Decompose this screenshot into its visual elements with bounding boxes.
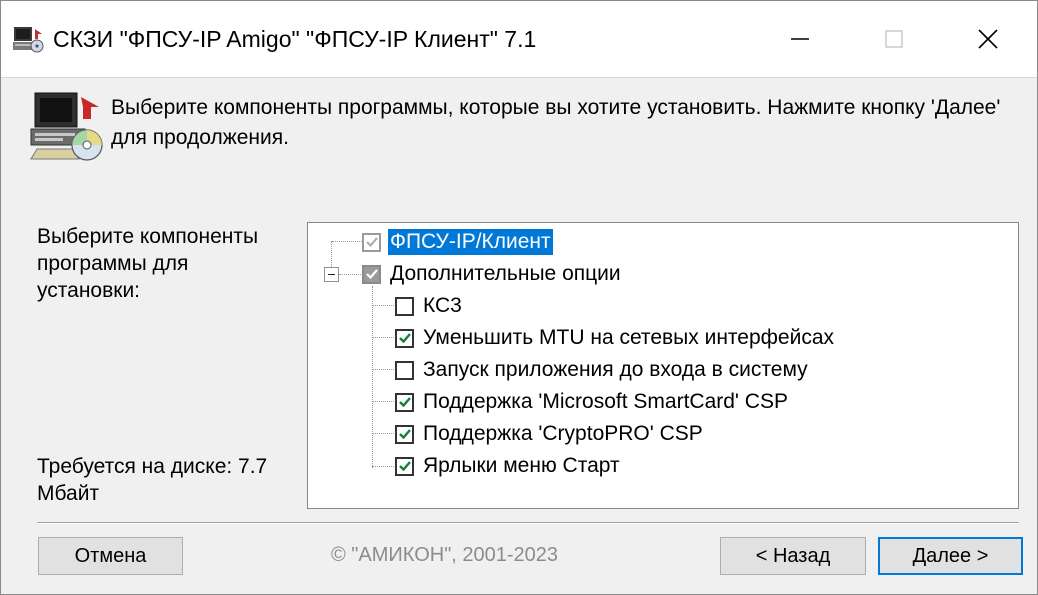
- check-icon: [398, 429, 411, 440]
- back-button[interactable]: < Назад: [720, 537, 866, 575]
- tree-item-label: Поддержка 'CryptoPRO' CSP: [423, 422, 703, 445]
- checkbox[interactable]: [362, 264, 381, 284]
- check-icon: [365, 237, 378, 248]
- checkbox[interactable]: [395, 424, 414, 444]
- tree-line: [372, 337, 394, 338]
- checkbox[interactable]: [362, 232, 381, 252]
- tree-item-label: Ярлыки меню Старт: [423, 454, 620, 477]
- tree-line: [339, 274, 361, 275]
- close-button[interactable]: [941, 1, 1035, 77]
- maximize-button[interactable]: [847, 1, 941, 77]
- minimize-button[interactable]: [753, 1, 847, 77]
- title-bar[interactable]: СКЗИ "ФПСУ-IP Amigo" "ФПСУ-IP Клиент" 7.…: [1, 1, 1037, 77]
- tree-item-fpsu-client[interactable]: ФПСУ-IP/Клиент: [362, 226, 553, 258]
- tree-line: [372, 466, 394, 467]
- checkbox[interactable]: [395, 360, 414, 380]
- tree-line: [372, 286, 373, 468]
- tree-line: [331, 241, 332, 267]
- checkbox[interactable]: [395, 328, 414, 348]
- tree-item-ms-smartcard-csp[interactable]: Поддержка 'Microsoft SmartCard' CSP: [395, 386, 790, 418]
- maximize-icon: [885, 30, 903, 48]
- tree-item-label: Дополнительные опции: [390, 262, 621, 285]
- tree-item-label: Уменьшить MTU на сетевых интерфейсах: [423, 326, 835, 349]
- tree-line: [372, 401, 394, 402]
- tree-item-cryptopro-csp[interactable]: Поддержка 'CryptoPRO' CSP: [395, 418, 705, 450]
- select-components-label: Выберите компоненты программы для устано…: [37, 225, 259, 302]
- tree-line: [372, 369, 394, 370]
- next-button[interactable]: Далее >: [878, 537, 1023, 575]
- tree-item-label: КС3: [423, 294, 462, 317]
- check-icon: [365, 269, 378, 280]
- tree-item-label: Поддержка 'Microsoft SmartCard' CSP: [423, 390, 788, 413]
- tree-item-reduce-mtu[interactable]: Уменьшить MTU на сетевых интерфейсах: [395, 322, 836, 354]
- footer-separator: [37, 522, 1019, 524]
- check-icon: [398, 397, 411, 408]
- computer-cd-install-icon: [30, 92, 103, 161]
- window-title: СКЗИ "ФПСУ-IP Amigo" "ФПСУ-IP Клиент" 7.…: [53, 26, 537, 52]
- installer-computer-icon: [13, 27, 44, 53]
- check-icon: [398, 461, 411, 472]
- cancel-button[interactable]: Отмена: [38, 537, 183, 575]
- instructions-text: Выберите компоненты программы, которые в…: [111, 96, 1001, 149]
- components-tree[interactable]: ФПСУ-IP/Клиент Дополнительные опции КС3 …: [307, 222, 1019, 509]
- checkbox[interactable]: [395, 392, 414, 412]
- copyright-text: © "АМИКОН", 2001-2023: [331, 544, 559, 566]
- close-icon: [978, 29, 998, 49]
- installer-window: СКЗИ "ФПСУ-IP Amigo" "ФПСУ-IP Клиент" 7.…: [0, 0, 1038, 595]
- tree-line: [372, 433, 394, 434]
- tree-item-label: Запуск приложения до входа в систему: [423, 358, 808, 381]
- tree-line: [332, 241, 362, 242]
- disk-space-label: Требуется на диске: 7.7 Мбайт: [37, 455, 268, 505]
- tree-item-label: ФПСУ-IP/Клиент: [388, 229, 553, 255]
- tree-item-additional-options[interactable]: Дополнительные опции: [362, 258, 623, 290]
- tree-item-ks3[interactable]: КС3: [395, 290, 464, 322]
- tree-line: [372, 305, 394, 306]
- check-icon: [398, 333, 411, 344]
- tree-item-run-before-login[interactable]: Запуск приложения до входа в систему: [395, 354, 810, 386]
- collapse-toggle[interactable]: [324, 267, 339, 282]
- checkbox[interactable]: [395, 296, 414, 316]
- title-separator: [1, 77, 1037, 78]
- tree-item-start-menu-shortcuts[interactable]: Ярлыки меню Старт: [395, 450, 622, 482]
- checkbox[interactable]: [395, 456, 414, 476]
- minimize-icon: [791, 38, 809, 40]
